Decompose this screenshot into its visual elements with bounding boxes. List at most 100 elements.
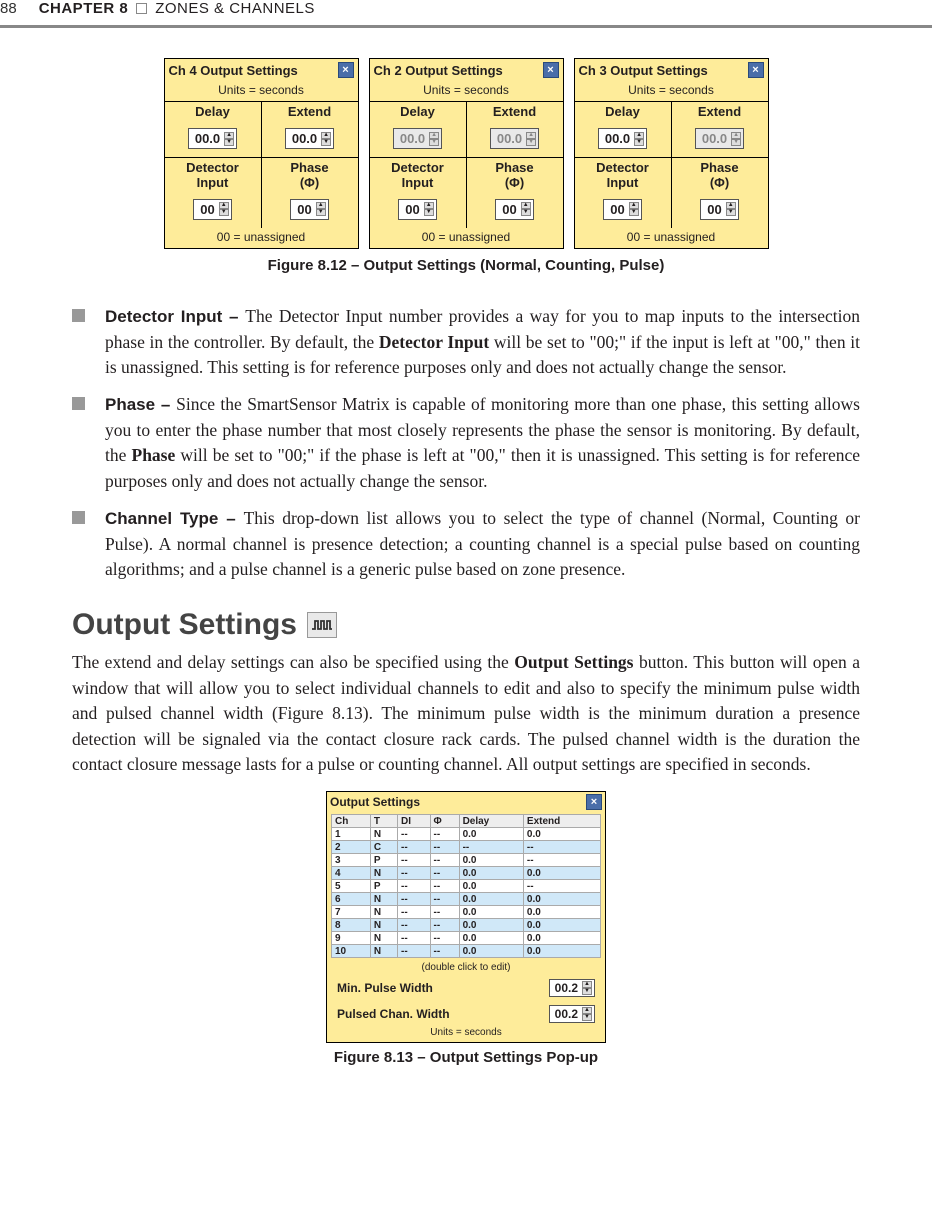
delay-spinner[interactable]: 00.0 ▲▼	[188, 128, 237, 149]
table-cell: --	[523, 841, 600, 854]
phase-header: Phase(Φ)	[262, 158, 358, 193]
output-settings-heading: Output Settings	[72, 608, 860, 642]
table-cell: --	[430, 932, 459, 945]
box-titlebar: Ch 3 Output Settings ×	[575, 59, 768, 81]
detector-input-spinner[interactable]: 00 ▲▼	[193, 199, 231, 220]
table-cell: 0.0	[523, 893, 600, 906]
table-cell: 0.0	[459, 919, 523, 932]
units-label: Units = seconds	[575, 81, 768, 101]
close-icon[interactable]: ×	[586, 794, 602, 810]
popup-note: (double click to edit)	[327, 960, 605, 975]
phase-header: Phase(Φ)	[467, 158, 563, 193]
table-row[interactable]: 2C--------	[332, 841, 601, 854]
spinner-buttons[interactable]: ▲▼	[224, 132, 234, 146]
delay-spinner[interactable]: 00.0 ▲▼	[598, 128, 647, 149]
pulsed-chan-spinner[interactable]: 00.2 ▲▼	[549, 1005, 595, 1023]
extend-header: Extend	[262, 102, 358, 122]
square-bullet-icon	[72, 397, 85, 410]
detector-input-spinner[interactable]: 00 ▲▼	[603, 199, 641, 220]
table-cell: 3	[332, 854, 371, 867]
square-bullet-icon	[72, 511, 85, 524]
table-cell: --	[430, 919, 459, 932]
extend-spinner: 00.0 ▲▼	[695, 128, 744, 149]
list-item: Phase – Since the SmartSensor Matrix is …	[72, 392, 860, 494]
bullet-bold: Phase	[132, 445, 176, 465]
table-cell: --	[430, 828, 459, 841]
bullet-bold: Detector Input	[379, 332, 489, 352]
table-row[interactable]: 7N----0.00.0	[332, 906, 601, 919]
table-cell: N	[370, 867, 397, 880]
table-cell: 5	[332, 880, 371, 893]
spinner-buttons[interactable]: ▲▼	[726, 202, 736, 216]
table-cell: C	[370, 841, 397, 854]
spinner-buttons[interactable]: ▲▼	[582, 981, 592, 995]
table-cell: 0.0	[459, 828, 523, 841]
spinner-buttons[interactable]: ▲▼	[219, 202, 229, 216]
table-row[interactable]: 8N----0.00.0	[332, 919, 601, 932]
spinner-buttons[interactable]: ▲▼	[316, 202, 326, 216]
table-row[interactable]: 3P----0.0--	[332, 854, 601, 867]
table-cell: --	[430, 841, 459, 854]
extend-spinner: 00.0 ▲▼	[490, 128, 539, 149]
close-icon[interactable]: ×	[543, 62, 559, 78]
close-icon[interactable]: ×	[748, 62, 764, 78]
bullet-text-2: will be set to "00;" if the phase is lef…	[105, 445, 860, 490]
spinner-buttons[interactable]: ▲▼	[321, 132, 331, 146]
min-pulse-value: 00.2	[555, 981, 578, 995]
table-cell: --	[430, 893, 459, 906]
table-cell: 0.0	[523, 945, 600, 958]
table-cell: N	[370, 932, 397, 945]
table-row[interactable]: 9N----0.00.0	[332, 932, 601, 945]
min-pulse-spinner[interactable]: 00.2 ▲▼	[549, 979, 595, 997]
table-cell: 9	[332, 932, 371, 945]
table-cell: 0.0	[459, 880, 523, 893]
spinner-buttons[interactable]: ▲▼	[582, 1007, 592, 1021]
detector-input-header: DetectorInput	[370, 158, 466, 193]
delay-value: 00.0	[605, 131, 630, 146]
list-item-body: Channel Type – This drop-down list allow…	[105, 506, 860, 582]
table-row[interactable]: 4N----0.00.0	[332, 867, 601, 880]
figure-8-12-caption: Figure 8.12 – Output Settings (Normal, C…	[72, 257, 860, 274]
channels-table[interactable]: ChTDIΦDelayExtend 1N----0.00.02C--------…	[331, 814, 601, 958]
pulsed-chan-value: 00.2	[555, 1007, 578, 1021]
list-item: Detector Input – The Detector Input numb…	[72, 304, 860, 380]
list-item-body: Detector Input – The Detector Input numb…	[105, 304, 860, 380]
table-header: Delay	[459, 815, 523, 828]
popup-title: Output Settings	[330, 795, 420, 809]
table-cell: --	[398, 906, 430, 919]
list-item-body: Phase – Since the SmartSensor Matrix is …	[105, 392, 860, 494]
phase-spinner[interactable]: 00 ▲▼	[700, 199, 738, 220]
table-row[interactable]: 1N----0.00.0	[332, 828, 601, 841]
table-cell: 4	[332, 867, 371, 880]
table-header: Ch	[332, 815, 371, 828]
popup-titlebar: Output Settings ×	[327, 792, 605, 812]
detector-input-value: 00	[610, 202, 624, 217]
phase-spinner[interactable]: 00 ▲▼	[495, 199, 533, 220]
table-row[interactable]: 6N----0.00.0	[332, 893, 601, 906]
spinner-buttons[interactable]: ▲▼	[629, 202, 639, 216]
table-row[interactable]: 10N----0.00.0	[332, 945, 601, 958]
table-cell: --	[398, 867, 430, 880]
table-cell: 0.0	[523, 906, 600, 919]
phase-value: 00	[297, 202, 311, 217]
table-cell: --	[430, 854, 459, 867]
unassigned-note: 00 = unassigned	[165, 228, 358, 248]
heading-text: Output Settings	[72, 608, 297, 642]
delay-header: Delay	[575, 102, 671, 122]
spinner-buttons[interactable]: ▲▼	[634, 132, 644, 146]
table-cell: 0.0	[459, 867, 523, 880]
chapter-section: ZONES & CHANNELS	[155, 0, 315, 17]
table-cell: 0.0	[523, 828, 600, 841]
close-icon[interactable]: ×	[338, 62, 354, 78]
table-cell: 0.0	[459, 932, 523, 945]
table-row[interactable]: 5P----0.0--	[332, 880, 601, 893]
extend-spinner[interactable]: 00.0 ▲▼	[285, 128, 334, 149]
spinner-buttons[interactable]: ▲▼	[521, 202, 531, 216]
detector-input-spinner[interactable]: 00 ▲▼	[398, 199, 436, 220]
table-cell: --	[430, 880, 459, 893]
phase-spinner[interactable]: 00 ▲▼	[290, 199, 328, 220]
box-title: Ch 3 Output Settings	[579, 63, 708, 78]
spinner-buttons[interactable]: ▲▼	[424, 202, 434, 216]
unassigned-note: 00 = unassigned	[370, 228, 563, 248]
table-cell: --	[398, 919, 430, 932]
